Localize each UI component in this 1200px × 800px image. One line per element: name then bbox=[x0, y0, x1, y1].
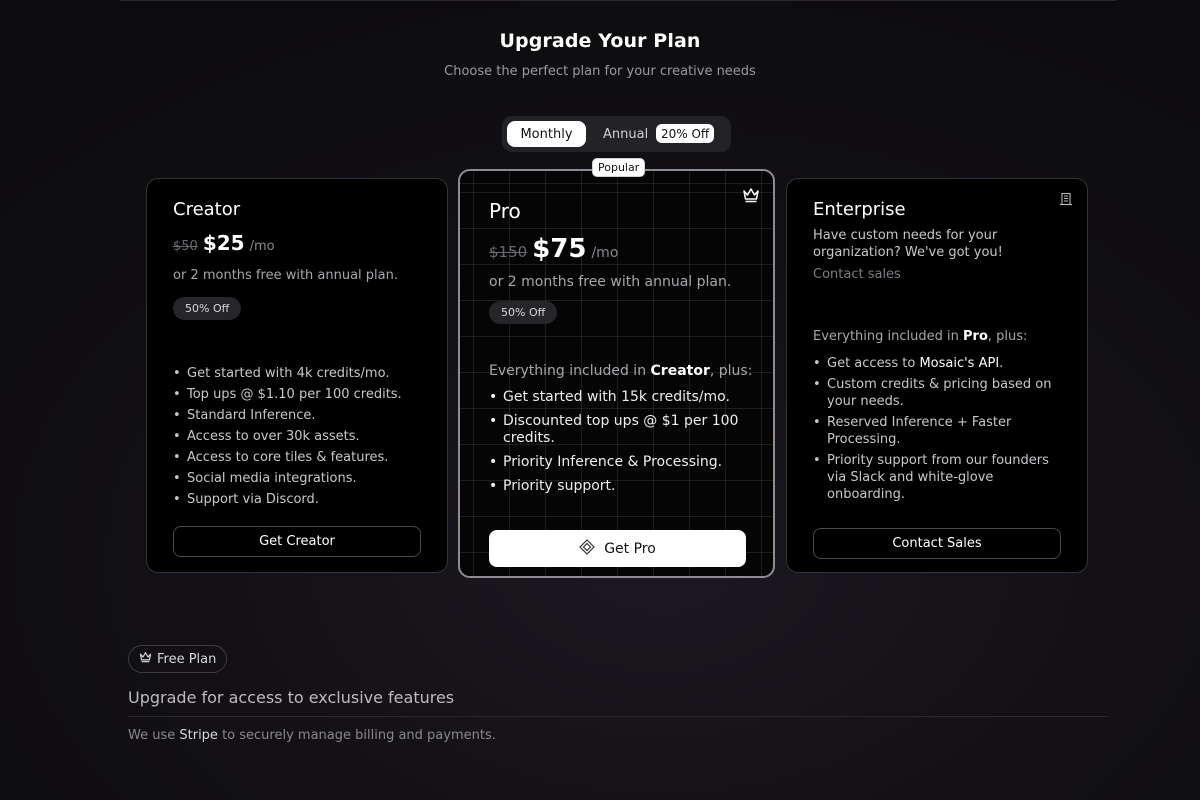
feature-item: Access to core tiles & features. bbox=[173, 449, 402, 466]
price-row: $50 $25 /mo bbox=[173, 231, 275, 255]
enterprise-description: Have custom needs for your organization?… bbox=[813, 228, 1003, 260]
feature-item: Get access to Mosaic's API. bbox=[813, 355, 1053, 372]
feature-item: Priority support. bbox=[489, 478, 739, 495]
annual-discount-badge[interactable]: 20% Off bbox=[656, 124, 715, 143]
top-divider bbox=[120, 0, 1116, 1]
feature-item: Standard Inference. bbox=[173, 407, 402, 424]
annual-note: or 2 months free with annual plan. bbox=[173, 268, 399, 283]
billing-period-toggle: Monthly Annual 20% Off bbox=[502, 116, 731, 152]
feature-suffix: . bbox=[999, 356, 1004, 371]
feature-item: Get started with 15k credits/mo. bbox=[489, 389, 739, 406]
price-period: /mo bbox=[591, 245, 619, 261]
price-period: /mo bbox=[249, 239, 275, 254]
feature-item: Discounted top ups @ $1 per 100 credits. bbox=[489, 413, 739, 447]
page-title: Upgrade Your Plan bbox=[499, 30, 701, 52]
api-highlight: Mosaic's API bbox=[919, 356, 1000, 371]
page-subtitle: Choose the perfect plan for your creativ… bbox=[444, 64, 756, 79]
stripe-link[interactable]: Stripe bbox=[179, 728, 218, 743]
plan-name: Enterprise bbox=[813, 199, 906, 220]
crown-icon bbox=[139, 651, 152, 667]
intro-plan-name: Creator bbox=[650, 363, 710, 379]
current-plan-badge: Free Plan bbox=[128, 645, 228, 673]
feature-item: Social media integrations. bbox=[173, 470, 402, 487]
plan-name: Pro bbox=[489, 199, 521, 223]
get-pro-label: Get Pro bbox=[604, 540, 656, 557]
current-price: $75 bbox=[532, 234, 587, 264]
get-pro-button[interactable]: Get Pro bbox=[489, 530, 746, 567]
feature-item: Support via Discord. bbox=[173, 491, 402, 508]
feature-item: Get started with 4k credits/mo. bbox=[173, 365, 402, 382]
feature-item: Reserved Inference + Faster Processing. bbox=[813, 414, 1053, 448]
footer-divider bbox=[128, 716, 1108, 717]
current-plan-label: Free Plan bbox=[157, 651, 217, 667]
feature-item: Custom credits & pricing based on your n… bbox=[813, 376, 1053, 410]
crown-icon bbox=[742, 187, 760, 207]
current-price: $25 bbox=[202, 231, 245, 255]
feature-list: Get started with 15k credits/mo. Discoun… bbox=[489, 389, 739, 502]
contact-sales-link[interactable]: Contact sales bbox=[813, 267, 901, 282]
page-header: Upgrade Your Plan Choose the perfect pla… bbox=[0, 30, 1200, 79]
feature-item: Access to over 30k assets. bbox=[173, 428, 402, 445]
discount-pill: 50% Off bbox=[489, 301, 558, 324]
monthly-toggle-option[interactable]: Monthly bbox=[507, 121, 586, 147]
stripe-suffix: to securely manage billing and payments. bbox=[222, 728, 496, 743]
diamond-icon bbox=[579, 538, 596, 559]
annual-toggle-option[interactable]: Annual bbox=[603, 116, 648, 152]
popular-badge: Popular bbox=[592, 158, 646, 177]
feature-item: Top ups @ $1.10 per 100 credits. bbox=[173, 386, 402, 403]
included-intro: Everything included in Pro, plus: bbox=[813, 329, 1027, 344]
feature-prefix: Get access to bbox=[827, 356, 916, 371]
intro-suffix: , plus: bbox=[987, 329, 1028, 344]
feature-item: Priority support from our founders via S… bbox=[813, 452, 1053, 503]
stripe-billing-note: We use Stripe to securely manage billing… bbox=[128, 728, 496, 743]
old-price: $150 bbox=[489, 243, 528, 261]
plan-card-enterprise: Enterprise Have custom needs for your or… bbox=[786, 178, 1088, 573]
plan-card-pro: Pro $150 $75 /mo or 2 months free with a… bbox=[458, 169, 775, 578]
feature-list: Get access to Mosaic's API. Custom credi… bbox=[813, 355, 1053, 507]
price-row: $150 $75 /mo bbox=[489, 234, 618, 264]
annual-note: or 2 months free with annual plan. bbox=[489, 274, 732, 290]
intro-plan-name: Pro bbox=[963, 329, 988, 344]
get-creator-button[interactable]: Get Creator bbox=[173, 526, 421, 557]
included-intro: Everything included in Creator, plus: bbox=[489, 363, 752, 379]
old-price: $50 bbox=[173, 239, 198, 254]
intro-prefix: Everything included in bbox=[813, 329, 959, 344]
contact-sales-button[interactable]: Contact Sales bbox=[813, 528, 1061, 559]
feature-item: Priority Inference & Processing. bbox=[489, 454, 739, 471]
upgrade-message: Upgrade for access to exclusive features bbox=[128, 688, 455, 707]
intro-prefix: Everything included in bbox=[489, 363, 647, 379]
stripe-prefix: We use bbox=[128, 728, 176, 743]
plan-card-creator: Creator $50 $25 /mo or 2 months free wit… bbox=[146, 178, 448, 573]
building-icon bbox=[1059, 191, 1073, 210]
discount-pill: 50% Off bbox=[173, 297, 242, 320]
plan-name: Creator bbox=[173, 199, 241, 220]
feature-list: Get started with 4k credits/mo. Top ups … bbox=[173, 365, 402, 512]
intro-suffix: , plus: bbox=[709, 363, 753, 379]
